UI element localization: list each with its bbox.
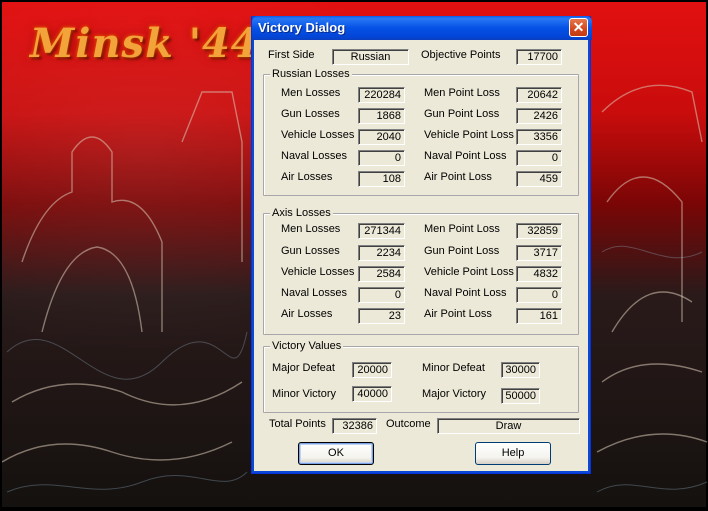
axis-gun-point-loss-field: 3717 <box>516 245 562 261</box>
major-victory-field: 50000 <box>501 388 540 404</box>
major-defeat-label: Major Defeat <box>272 362 335 374</box>
axis-naval-point-loss-field: 0 <box>516 287 562 303</box>
axis-naval-losses-label: Naval Losses <box>281 287 348 299</box>
axis-vehicle-point-loss-label: Vehicle Point Loss <box>424 266 514 278</box>
close-button[interactable]: ✕ <box>569 18 588 37</box>
help-button[interactable]: Help <box>475 442 551 465</box>
objective-points-label: Objective Points <box>421 49 501 61</box>
axis-losses-title: Axis Losses <box>270 207 333 219</box>
minor-defeat-field: 30000 <box>501 362 540 378</box>
minor-victory-label: Minor Victory <box>272 388 336 400</box>
russian-naval-point-loss-label: Naval Point Loss <box>424 150 507 162</box>
russian-gun-losses-label: Gun Losses <box>281 108 340 120</box>
axis-gun-point-loss-label: Gun Point Loss <box>424 245 500 257</box>
axis-gun-losses-field: 2234 <box>358 245 405 261</box>
axis-men-losses-field: 271344 <box>358 223 405 239</box>
outcome-field: Draw <box>437 418 580 434</box>
victory-dialog: Victory Dialog ✕ First Side Russian Obje… <box>251 16 592 474</box>
close-icon: ✕ <box>572 19 585 35</box>
russian-gun-point-loss-field: 2426 <box>516 108 562 124</box>
axis-air-losses-field: 23 <box>358 308 405 324</box>
axis-men-point-loss-label: Men Point Loss <box>424 223 500 235</box>
axis-men-point-loss-field: 32859 <box>516 223 562 239</box>
russian-men-point-loss-label: Men Point Loss <box>424 87 500 99</box>
russian-naval-losses-field: 0 <box>358 150 405 166</box>
victory-values-title: Victory Values <box>270 340 344 352</box>
axis-vehicle-losses-field: 2584 <box>358 266 405 282</box>
outcome-label: Outcome <box>386 418 431 430</box>
axis-gun-losses-label: Gun Losses <box>281 245 340 257</box>
axis-naval-losses-field: 0 <box>358 287 405 303</box>
axis-vehicle-losses-label: Vehicle Losses <box>281 266 355 278</box>
russian-vehicle-point-loss-label: Vehicle Point Loss <box>424 129 514 141</box>
axis-naval-point-loss-label: Naval Point Loss <box>424 287 507 299</box>
dialog-title-bar[interactable]: Victory Dialog ✕ <box>252 16 592 40</box>
russian-naval-losses-label: Naval Losses <box>281 150 348 162</box>
russian-gun-point-loss-label: Gun Point Loss <box>424 108 500 120</box>
major-defeat-field: 20000 <box>352 362 392 378</box>
minor-victory-field: 40000 <box>352 386 392 402</box>
axis-men-losses-label: Men Losses <box>281 223 341 235</box>
axis-air-losses-label: Air Losses <box>281 308 333 320</box>
axis-vehicle-point-loss-field: 4832 <box>516 266 562 282</box>
russian-naval-point-loss-field: 0 <box>516 150 562 166</box>
ok-button[interactable]: OK <box>298 442 374 465</box>
russian-gun-losses-field: 1868 <box>358 108 405 124</box>
russian-losses-title: Russian Losses <box>270 68 352 80</box>
russian-air-losses-label: Air Losses <box>281 171 333 183</box>
dialog-title: Victory Dialog <box>258 20 346 35</box>
total-points-field: 32386 <box>332 418 377 434</box>
minor-defeat-label: Minor Defeat <box>422 362 485 374</box>
russian-air-losses-field: 108 <box>358 171 405 187</box>
game-title-logo: Minsk '44 <box>30 20 260 67</box>
russian-air-point-loss-field: 459 <box>516 171 562 187</box>
objective-points-field: 17700 <box>516 49 562 65</box>
russian-men-point-loss-field: 20642 <box>516 87 562 103</box>
major-victory-label: Major Victory <box>422 388 486 400</box>
first-side-field: Russian <box>332 49 409 65</box>
russian-vehicle-point-loss-field: 3356 <box>516 129 562 145</box>
axis-air-point-loss-label: Air Point Loss <box>424 308 492 320</box>
total-points-label: Total Points <box>269 418 326 430</box>
first-side-label: First Side <box>268 49 315 61</box>
russian-air-point-loss-label: Air Point Loss <box>424 171 492 183</box>
russian-men-losses-label: Men Losses <box>281 87 341 99</box>
russian-men-losses-field: 220284 <box>358 87 405 103</box>
axis-air-point-loss-field: 161 <box>516 308 562 324</box>
russian-vehicle-losses-label: Vehicle Losses <box>281 129 355 141</box>
russian-vehicle-losses-field: 2040 <box>358 129 405 145</box>
